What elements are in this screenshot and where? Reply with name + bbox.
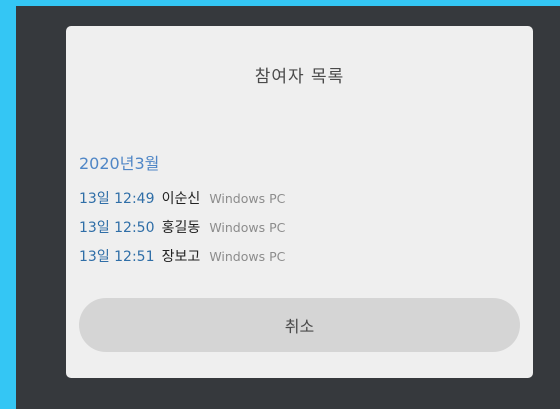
participant-device: Windows PC [209, 220, 286, 235]
participant-name: 장보고 [161, 249, 201, 265]
month-header: 2020년3월 [79, 154, 160, 173]
dialog-title: 참여자 목록 [254, 67, 345, 87]
participant-row: 13일 12:50 홍길동 Windows PC [79, 215, 285, 244]
screen: 참여자 목록 2020년3월 13일 12:49 이순신 Windows PC … [0, 0, 560, 409]
participant-list: 13일 12:49 이순신 Windows PC 13일 12:50 홍길동 W… [79, 186, 285, 273]
participant-device: Windows PC [209, 249, 286, 264]
cancel-button[interactable]: 취소 [79, 298, 520, 352]
participant-list-dialog: 참여자 목록 2020년3월 13일 12:49 이순신 Windows PC … [66, 26, 533, 378]
join-time: 13일 12:51 [79, 249, 155, 265]
join-time: 13일 12:50 [79, 220, 155, 236]
participant-row: 13일 12:51 장보고 Windows PC [79, 244, 285, 273]
participant-device: Windows PC [209, 191, 286, 206]
participant-name: 이순신 [161, 191, 201, 207]
join-time: 13일 12:49 [79, 191, 155, 207]
participant-name: 홍길동 [161, 220, 201, 236]
participant-row: 13일 12:49 이순신 Windows PC [79, 186, 285, 215]
